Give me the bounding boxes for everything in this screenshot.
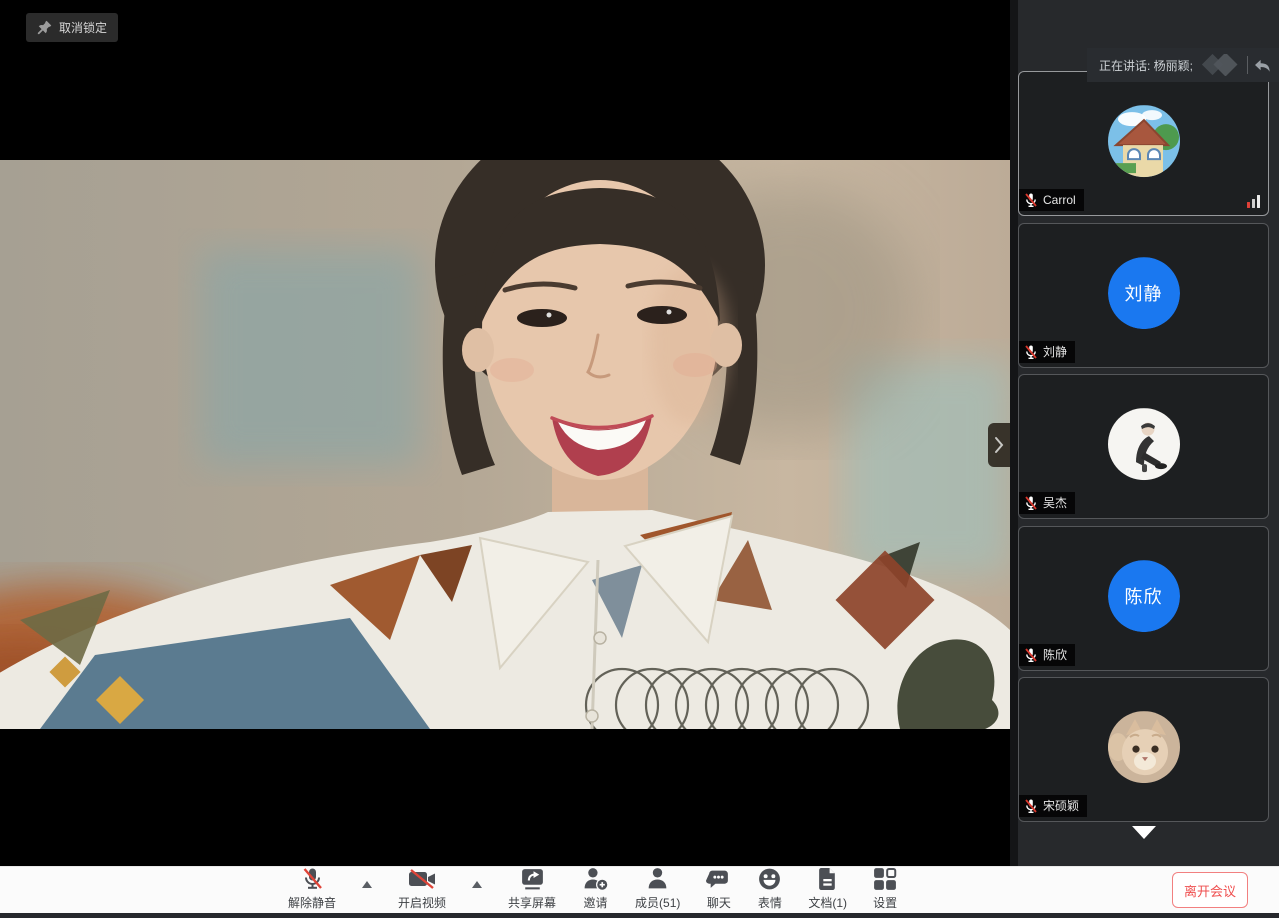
participant-name-badge: 陈欣: [1019, 644, 1075, 666]
main-video-area: 取消锁定: [0, 0, 1010, 866]
collapse-sidebar-handle[interactable]: [988, 423, 1010, 467]
document-button[interactable]: 文档(1): [808, 866, 847, 911]
members-icon: [645, 866, 670, 892]
participant-name: Carrol: [1043, 193, 1076, 207]
app-logo-icon: [1199, 54, 1239, 76]
meeting-window: 取消锁定: [0, 0, 1279, 918]
participant-name: 宋硕颖: [1043, 799, 1079, 813]
muted-mic-icon: [1023, 647, 1039, 663]
settings-button[interactable]: 设置: [873, 866, 897, 911]
pin-icon: [37, 20, 52, 35]
invite-icon: [582, 866, 609, 892]
speaking-banner: 正在讲话: 杨丽颖;: [1087, 48, 1279, 82]
participant-name: 陈欣: [1043, 648, 1067, 662]
emoji-button[interactable]: 表情: [757, 866, 782, 911]
participant-tile-carrol[interactable]: Carrol: [1018, 71, 1269, 216]
scroll-down-arrow[interactable]: [1132, 826, 1156, 839]
muted-mic-icon: [1023, 495, 1039, 511]
main-video-feed: [0, 160, 1010, 729]
chat-icon: [706, 866, 731, 892]
share-screen-button[interactable]: 共享屏幕: [508, 866, 556, 911]
speaking-text: 正在讲话: 杨丽颖;: [1099, 57, 1193, 74]
sidebar-divider: [1010, 0, 1018, 866]
chat-button[interactable]: 聊天: [706, 866, 731, 911]
settings-icon: [873, 866, 897, 892]
back-arrow-icon[interactable]: [1254, 58, 1271, 73]
muted-mic-icon: [1023, 344, 1039, 360]
document-icon: [816, 866, 839, 892]
participant-name: 刘静: [1043, 345, 1067, 359]
emoji-icon: [757, 866, 782, 892]
camera-off-icon: [407, 866, 437, 892]
banner-divider: [1247, 56, 1248, 74]
members-button[interactable]: 成员(51): [635, 866, 680, 911]
muted-mic-icon: [1023, 798, 1039, 814]
participant-name-badge: Carrol: [1019, 189, 1084, 211]
mic-options-caret[interactable]: [362, 881, 372, 888]
share-screen-icon: [519, 866, 546, 892]
participants-sidebar: Carrol 刘静 刘静: [1018, 0, 1279, 866]
participant-tile-wujie[interactable]: 吴杰: [1018, 374, 1269, 519]
avatar-cat-photo: [1108, 711, 1180, 783]
participant-tile-liujing[interactable]: 刘静 刘静: [1018, 223, 1269, 368]
unmute-button[interactable]: 解除静音: [288, 866, 336, 911]
mic-muted-icon: [299, 866, 326, 892]
unpin-label: 取消锁定: [59, 19, 107, 36]
avatar-illustration-photo: [1108, 408, 1180, 480]
unpin-button[interactable]: 取消锁定: [26, 13, 118, 42]
participant-name-badge: 吴杰: [1019, 492, 1075, 514]
audio-level-bars: [1247, 195, 1260, 208]
invite-button[interactable]: 邀请: [582, 866, 609, 911]
participant-name-badge: 刘静: [1019, 341, 1075, 363]
meeting-toolbar: 解除静音 开启视频 共享屏幕: [0, 866, 1279, 913]
muted-mic-icon: [1023, 192, 1039, 208]
chevron-right-icon: [993, 435, 1005, 455]
leave-meeting-button[interactable]: 离开会议: [1172, 872, 1248, 908]
bottom-strip: [0, 913, 1279, 918]
participant-name: 吴杰: [1043, 496, 1067, 510]
start-video-button[interactable]: 开启视频: [398, 866, 446, 911]
participant-name-badge: 宋硕颖: [1019, 795, 1087, 817]
avatar-initials: 刘静: [1108, 257, 1180, 329]
camera-options-caret[interactable]: [472, 881, 482, 888]
avatar-house-photo: [1108, 105, 1180, 177]
participant-tile-chenxin[interactable]: 陈欣 陈欣: [1018, 526, 1269, 671]
participant-tile-songshuoying[interactable]: 宋硕颖: [1018, 677, 1269, 822]
avatar-initials: 陈欣: [1108, 560, 1180, 632]
